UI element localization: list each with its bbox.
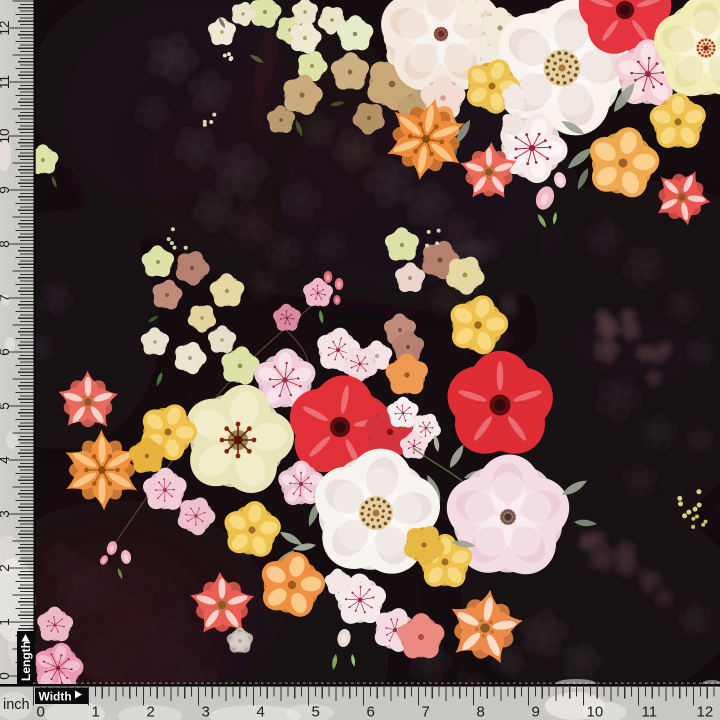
svg-text:4: 4 xyxy=(0,456,12,464)
svg-text:12: 12 xyxy=(697,704,714,720)
svg-text:5: 5 xyxy=(0,402,12,410)
svg-text:10: 10 xyxy=(587,704,604,720)
svg-text:11: 11 xyxy=(642,704,658,720)
svg-text:7: 7 xyxy=(422,704,430,720)
svg-text:11: 11 xyxy=(0,75,12,89)
svg-text:0: 0 xyxy=(37,704,45,720)
svg-text:7: 7 xyxy=(0,294,12,302)
svg-text:Length: Length xyxy=(19,641,33,681)
svg-text:8: 8 xyxy=(477,704,485,720)
svg-text:3: 3 xyxy=(0,510,12,518)
svg-text:0: 0 xyxy=(0,672,12,680)
svg-text:5: 5 xyxy=(312,704,320,720)
svg-text:10: 10 xyxy=(0,128,12,143)
svg-text:6: 6 xyxy=(367,704,375,720)
svg-text:1: 1 xyxy=(92,704,100,720)
svg-text:8: 8 xyxy=(0,240,12,248)
svg-text:2: 2 xyxy=(147,704,155,720)
svg-text:9: 9 xyxy=(0,186,12,194)
svg-text:3: 3 xyxy=(202,704,210,720)
svg-text:9: 9 xyxy=(532,704,540,720)
svg-text:6: 6 xyxy=(0,348,12,356)
svg-text:Width: Width xyxy=(39,690,72,704)
svg-text:2: 2 xyxy=(0,564,12,572)
svg-text:1: 1 xyxy=(0,618,12,626)
svg-text:12: 12 xyxy=(0,20,12,35)
svg-text:inch: inch xyxy=(3,697,30,713)
svg-text:4: 4 xyxy=(257,704,265,720)
